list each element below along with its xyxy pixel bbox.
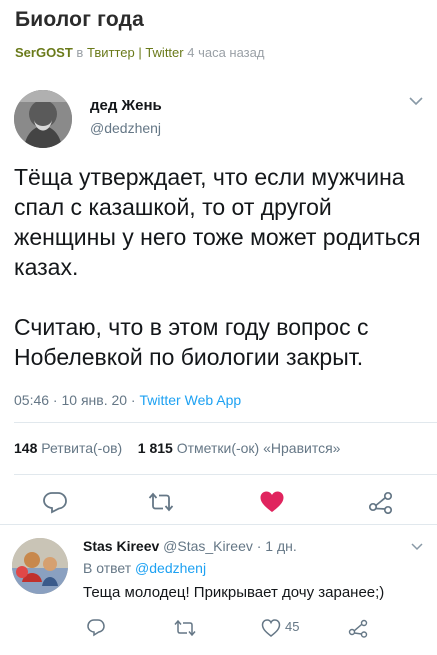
- tweet-time-text: 05:46 · 10 янв. 20 ·: [14, 392, 140, 408]
- reply-header: Stas Kireev @Stas_Kireev · 1 дн.: [83, 538, 297, 554]
- reply-icon[interactable]: [42, 490, 68, 514]
- reply-icon[interactable]: [86, 618, 106, 638]
- post-in-word: в: [76, 45, 84, 60]
- post-category-link[interactable]: Твиттер | Twitter: [87, 45, 184, 60]
- retweet-icon[interactable]: [148, 490, 174, 514]
- chevron-down-icon[interactable]: [409, 96, 423, 106]
- tweet-text-paragraph: Считаю, что в этом году вопрос с Нобелев…: [14, 314, 369, 370]
- tweet-actions: [0, 490, 437, 514]
- heart-icon[interactable]: [261, 618, 281, 638]
- reply-author-name[interactable]: Stas Kireev: [83, 538, 159, 554]
- tweet-author-handle[interactable]: @dedzhenj: [90, 120, 161, 136]
- likes-count[interactable]: 1 815: [138, 440, 173, 456]
- retweets-count[interactable]: 148: [14, 440, 37, 456]
- post-header: Биолог года SerGOST в Твиттер | Twitter …: [15, 8, 427, 60]
- avatar[interactable]: [12, 538, 68, 594]
- heart-icon[interactable]: [259, 490, 285, 514]
- post-author-link[interactable]: SerGOST: [15, 45, 73, 60]
- divider: [0, 524, 437, 525]
- divider: [14, 422, 437, 423]
- share-icon[interactable]: [368, 490, 394, 514]
- tweet-timestamp: 05:46 · 10 янв. 20 · Twitter Web App: [14, 392, 241, 408]
- retweet-icon[interactable]: [174, 618, 196, 638]
- tweet-text-paragraph: Тёща утверждает, что если мужчина спал с…: [14, 164, 421, 280]
- chevron-down-icon[interactable]: [411, 542, 423, 551]
- tweet-source-link[interactable]: Twitter Web App: [139, 392, 241, 408]
- reply-text: Теща молодец! Прикрывает дочу заранее;): [83, 584, 385, 601]
- reply-to-handle-link[interactable]: @dedzhenj: [135, 560, 206, 576]
- post-title: Биолог года: [15, 8, 145, 31]
- tweet-stats: 148 Ретвита(-ов) 1 815 Отметки(-ок) «Нра…: [14, 440, 340, 456]
- reply-like-count: 45: [285, 619, 300, 634]
- post-meta: SerGOST в Твиттер | Twitter 4 часа назад: [15, 45, 427, 60]
- reply-handle-time: @Stas_Kireev · 1 дн.: [163, 538, 297, 554]
- tweet-author-name[interactable]: дед Жень: [90, 97, 162, 114]
- likes-label[interactable]: Отметки(-ок) «Нравится»: [177, 440, 341, 456]
- post-time: 4 часа назад: [187, 45, 265, 60]
- reply-to-prefix: В ответ: [83, 560, 132, 576]
- share-icon[interactable]: [348, 618, 368, 638]
- tweet-text: Тёща утверждает, что если мужчина спал с…: [14, 162, 429, 372]
- retweets-label[interactable]: Ретвита(-ов): [41, 440, 122, 456]
- reply-to-line: В ответ @dedzhenj: [83, 560, 206, 576]
- avatar[interactable]: [14, 90, 72, 148]
- reply-actions: 45: [0, 618, 437, 638]
- reply-tweet: Stas Kireev @Stas_Kireev · 1 дн. В ответ…: [0, 526, 437, 655]
- divider: [14, 474, 437, 475]
